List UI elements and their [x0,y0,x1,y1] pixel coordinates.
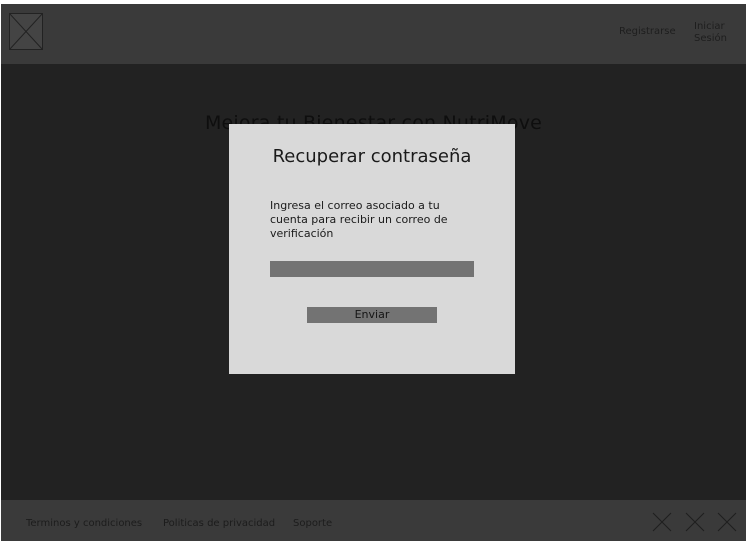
social-icon-1[interactable] [652,512,672,532]
modal-description: Ingresa el correo asociado a tu cuenta p… [270,199,448,240]
social-icon-2[interactable] [685,512,705,532]
send-button[interactable]: Enviar [307,307,437,323]
logo-placeholder-icon[interactable] [9,13,43,50]
social-icon-3[interactable] [717,512,737,532]
footer-link-support[interactable]: Soporte [293,518,332,529]
password-recovery-modal: Recuperar contraseña Ingresa el correo a… [229,124,515,374]
modal-title: Recuperar contraseña [272,146,472,167]
site-header: Registrarse Iniciar Sesión [1,4,746,64]
footer-link-privacy[interactable]: Politicas de privacidad [163,518,275,529]
site-footer: Terminos y condiciones Politicas de priv… [1,500,746,541]
login-link[interactable]: Iniciar Sesión [694,21,738,45]
email-input[interactable] [270,261,474,277]
footer-link-terms[interactable]: Terminos y condiciones [26,518,142,529]
register-link[interactable]: Registrarse [619,26,676,38]
